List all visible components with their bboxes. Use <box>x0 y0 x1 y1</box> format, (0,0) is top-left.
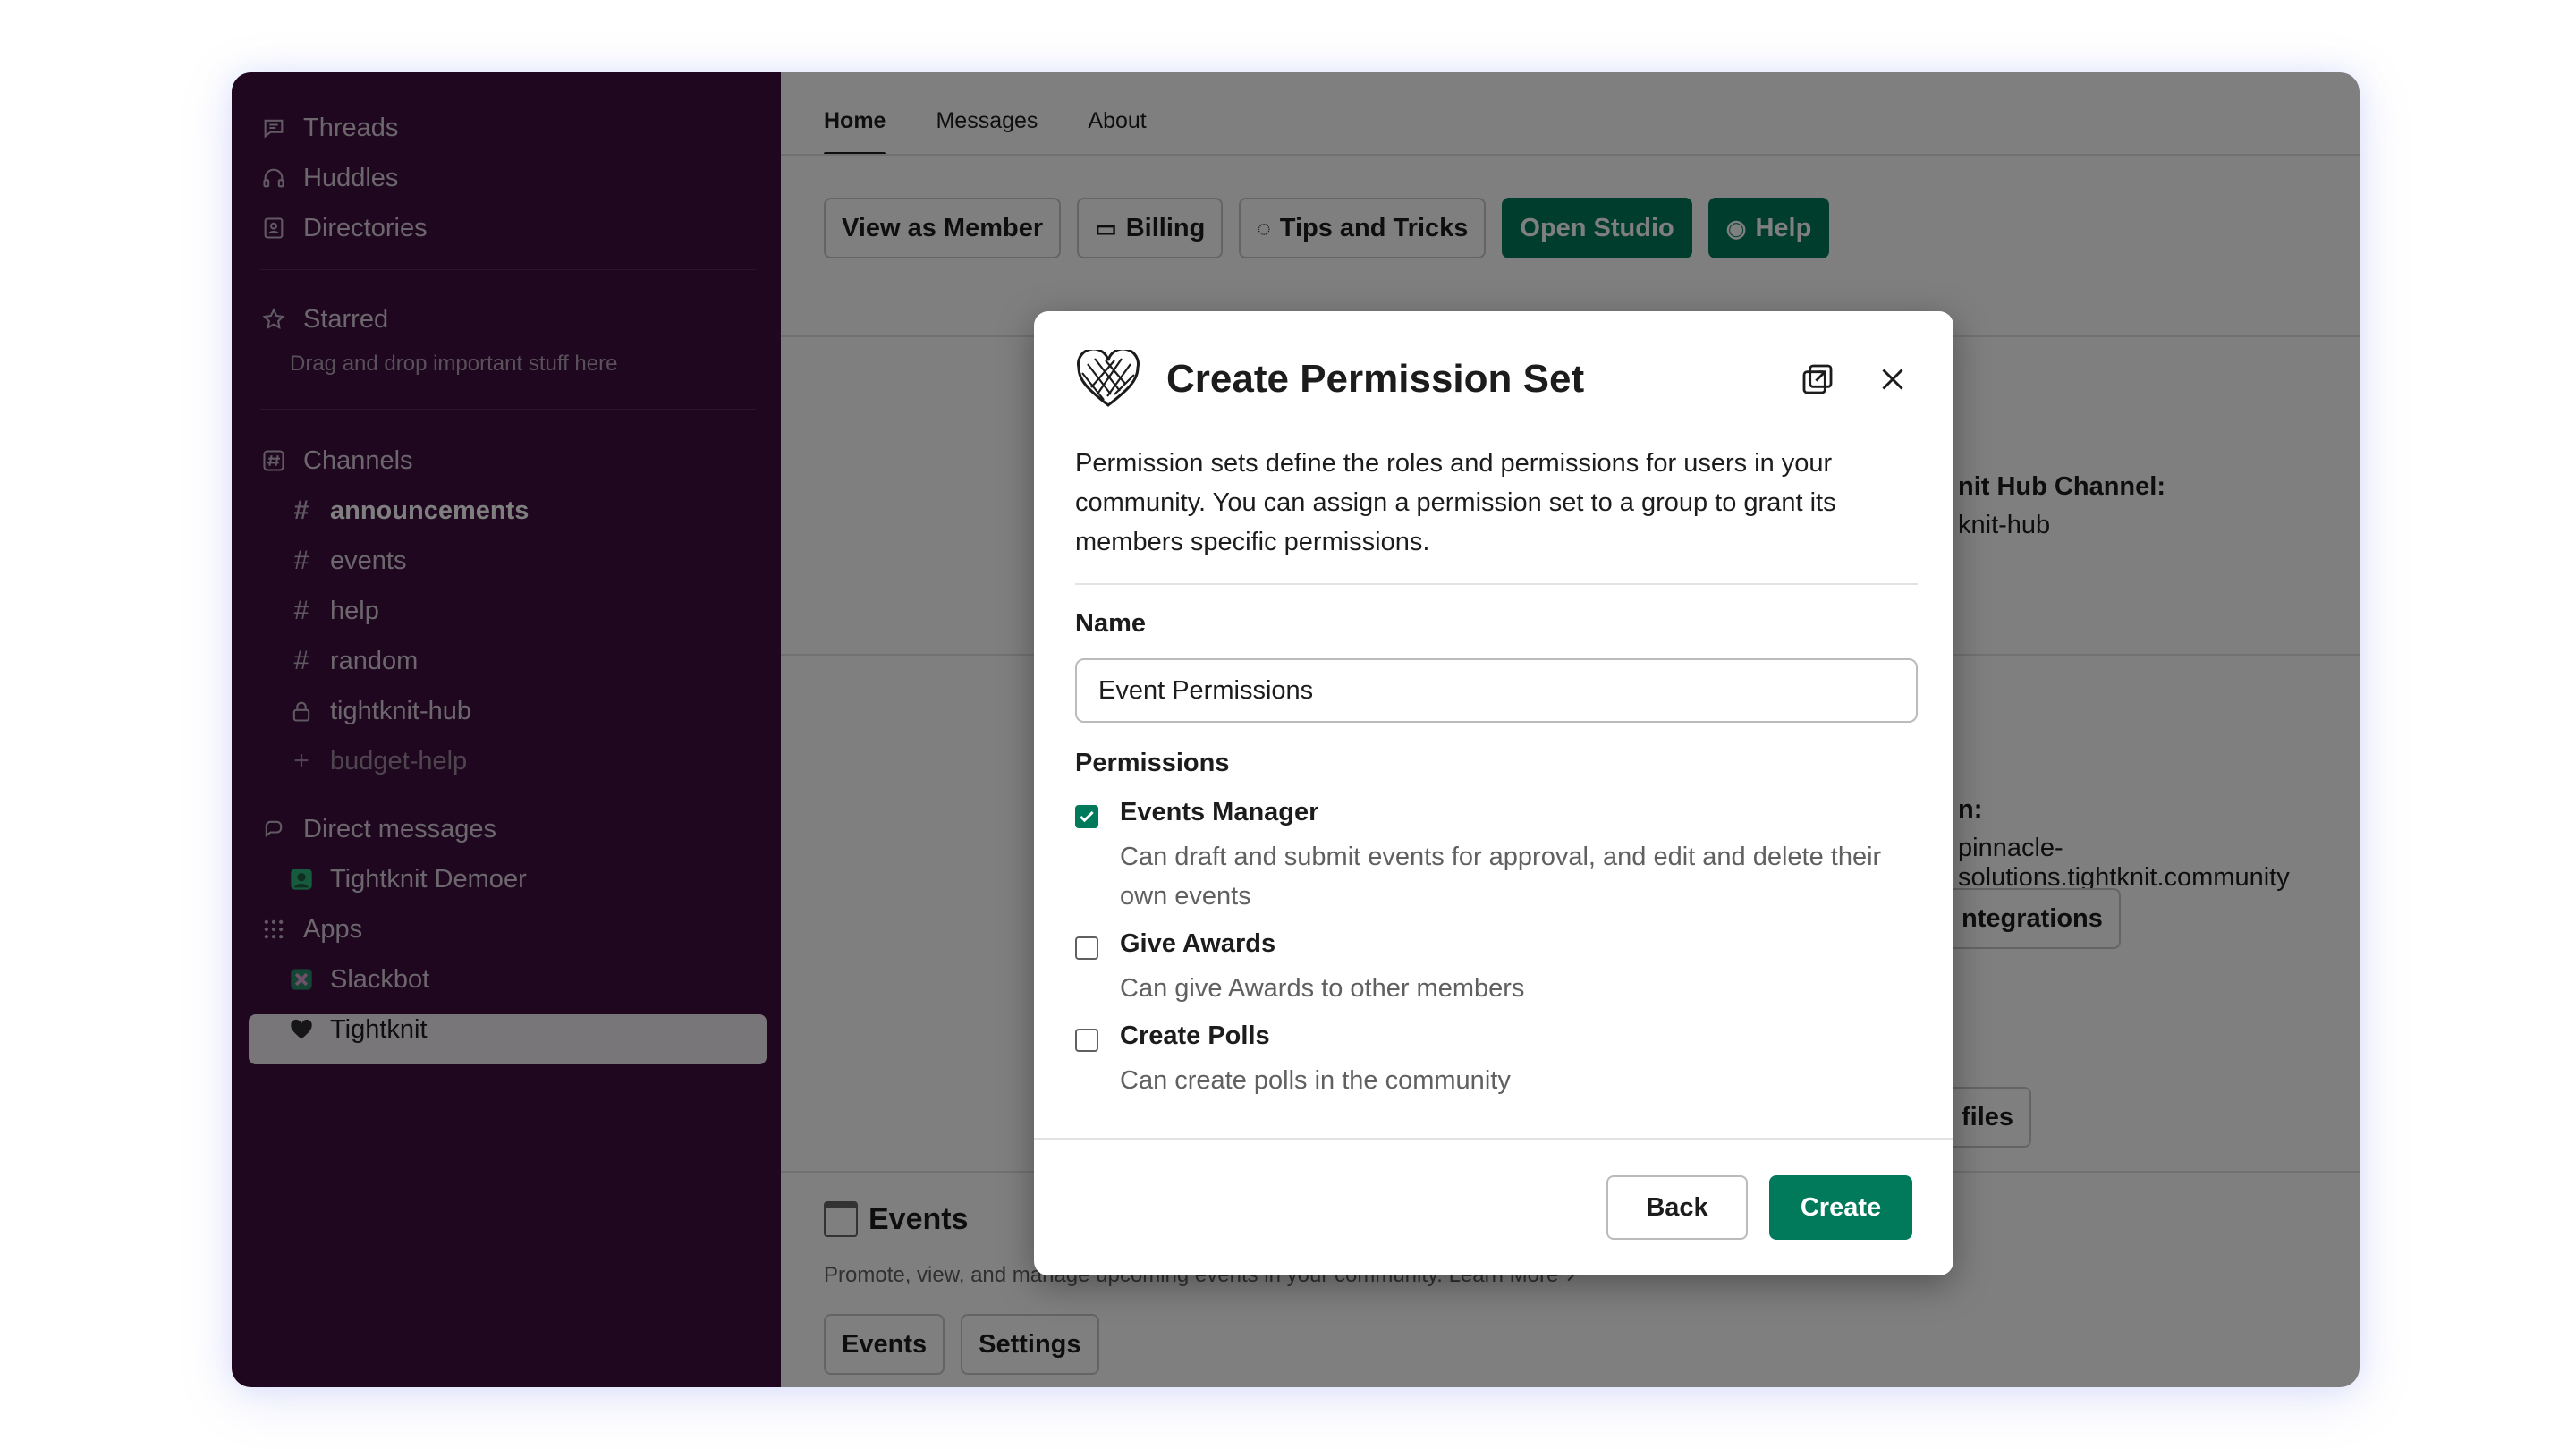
give-awards-title: Give Awards <box>1120 929 1276 958</box>
open-external-icon <box>1802 364 1833 394</box>
modal-footer-divider <box>1034 1138 1953 1140</box>
give-awards-checkbox[interactable] <box>1075 936 1098 960</box>
name-input[interactable] <box>1075 658 1918 723</box>
modal-title: Create Permission Set <box>1166 357 1585 401</box>
open-external-button[interactable] <box>1792 354 1843 404</box>
events-manager-title: Events Manager <box>1120 798 1319 826</box>
create-polls-checkbox[interactable] <box>1075 1029 1098 1052</box>
name-label: Name <box>1075 609 1146 638</box>
close-icon <box>1882 369 1903 390</box>
create-polls-desc: Can create polls in the community <box>1120 1066 1511 1095</box>
create-polls-title: Create Polls <box>1120 1021 1270 1050</box>
create-button[interactable]: Create <box>1769 1175 1912 1240</box>
events-manager-desc: Can draft and submit events for approval… <box>1120 843 1882 911</box>
app-window: Threads Huddles Directories Starred Drag… <box>232 72 2360 1387</box>
permissions-label: Permissions <box>1075 749 1230 777</box>
tightknit-logo-icon <box>1077 350 1140 407</box>
modal-description: Permission sets define the roles and per… <box>1075 449 1836 556</box>
modal-header: Create Permission Set <box>1075 343 1918 415</box>
events-manager-checkbox[interactable] <box>1075 805 1098 828</box>
back-button[interactable]: Back <box>1606 1175 1748 1240</box>
create-permission-set-modal: Create Permission Set Permission sets de… <box>1034 311 1953 1275</box>
close-button[interactable] <box>1868 354 1918 404</box>
modal-divider <box>1075 583 1918 585</box>
checkmark-icon <box>1080 810 1094 823</box>
give-awards-desc: Can give Awards to other members <box>1120 974 1525 1003</box>
